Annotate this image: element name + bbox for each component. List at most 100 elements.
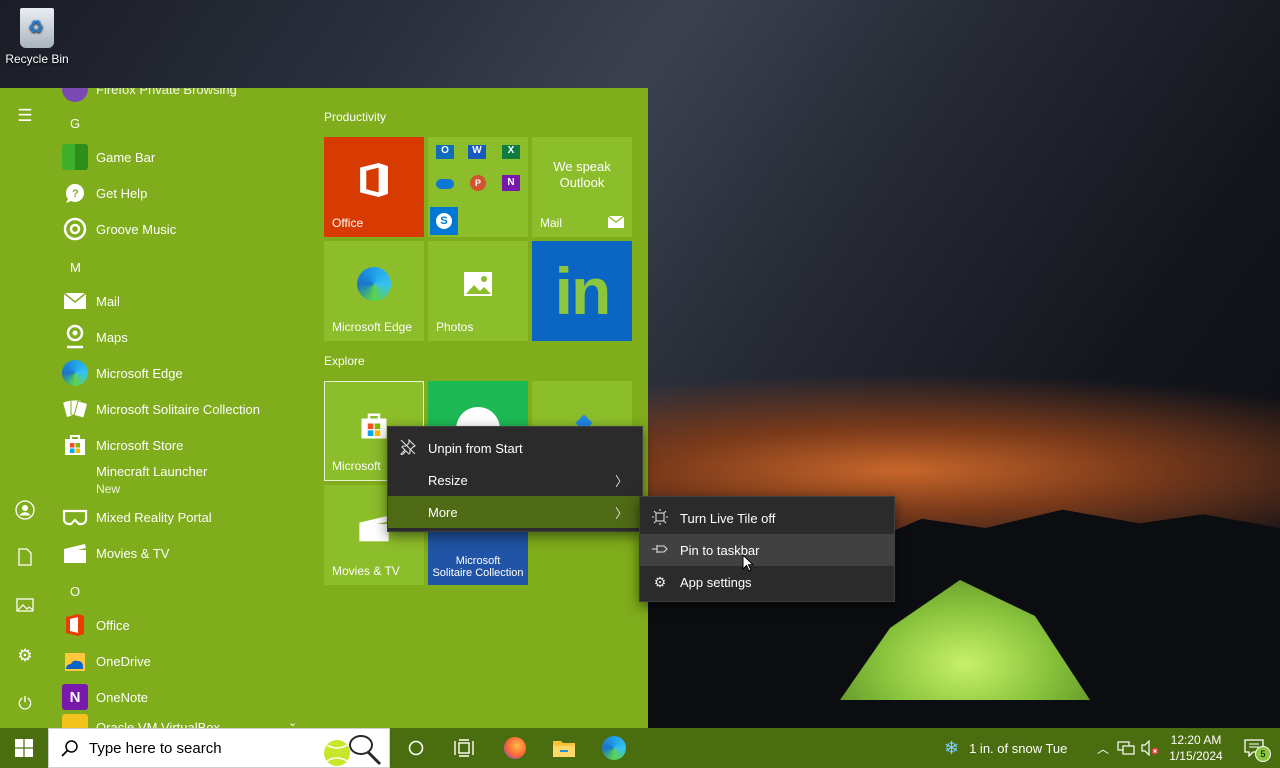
user-account-icon[interactable]	[13, 500, 37, 524]
get-help-icon: ?	[62, 180, 88, 206]
group-productivity[interactable]: Productivity	[324, 110, 386, 124]
show-hidden-icons-chevron-icon[interactable]: ︿	[1094, 728, 1112, 768]
pictures-icon[interactable]	[13, 596, 37, 620]
onenote-icon: N	[62, 684, 88, 710]
tile-office[interactable]: Office	[324, 137, 424, 237]
power-icon[interactable]: ⏻	[13, 692, 37, 716]
app-mail[interactable]: Mail	[62, 286, 120, 316]
tile-label: Movies & TV	[332, 564, 400, 578]
task-view-button[interactable]	[444, 728, 484, 768]
weather-text: 1 in. of snow Tue	[969, 740, 1068, 756]
clock[interactable]: 12:20 AM 1/15/2024	[1166, 728, 1226, 768]
new-badge: New	[96, 482, 121, 496]
recycle-bin[interactable]: Recycle Bin	[4, 6, 70, 66]
notification-count-badge: 5	[1255, 746, 1271, 762]
app-label: Get Help	[96, 185, 148, 201]
tile-microsoft-edge[interactable]: Microsoft Edge	[324, 241, 424, 341]
app-movies-tv[interactable]: Movies & TV	[62, 538, 169, 568]
menu-item-pin-to-taskbar[interactable]: Pin to taskbar	[640, 534, 894, 566]
app-label: Office	[96, 617, 130, 633]
live-tile-icon	[640, 508, 680, 528]
tile-mail[interactable]: We speak Outlook Mail	[532, 137, 632, 237]
taskbar-edge[interactable]	[592, 728, 636, 768]
app-microsoft-edge[interactable]: Microsoft Edge	[62, 358, 183, 388]
mail-tile-icon	[608, 216, 624, 228]
snowflake-icon: ❄	[944, 737, 960, 758]
excel-icon: X	[502, 145, 520, 159]
app-firefox-private[interactable]: Firefox Private Browsing	[62, 88, 237, 104]
tile-linkedin[interactable]: in	[532, 241, 632, 341]
powerpoint-icon: P	[470, 175, 486, 191]
app-maps[interactable]: Maps	[62, 322, 128, 352]
linkedin-logo-icon: in	[554, 254, 612, 328]
menu-label: Resize	[428, 472, 468, 488]
group-explore[interactable]: Explore	[324, 354, 365, 368]
app-minecraft-launcher[interactable]: Minecraft Launcher New	[62, 464, 207, 504]
app-office[interactable]: Office	[62, 610, 130, 640]
chevron-right-icon: 〉	[614, 505, 628, 521]
letter-header-m[interactable]: M	[70, 260, 81, 275]
app-list: Firefox Private Browsing G Game Bar ? Ge…	[50, 88, 310, 728]
menu-item-unpin[interactable]: Unpin from Start	[388, 432, 642, 464]
settings-gear-icon[interactable]: ⚙	[13, 644, 37, 668]
firefox-icon	[504, 737, 526, 759]
edge-icon	[62, 360, 88, 386]
start-rail: ☰ ⚙ ⏻	[0, 88, 50, 728]
hamburger-menu-icon[interactable]: ☰	[13, 104, 37, 128]
cortana-button[interactable]	[396, 728, 436, 768]
onedrive-icon	[62, 648, 88, 674]
app-game-bar[interactable]: Game Bar	[62, 142, 155, 172]
recycle-bin-label: Recycle Bin	[5, 52, 69, 66]
app-mixed-reality-portal[interactable]: Mixed Reality Portal	[62, 502, 212, 532]
documents-icon[interactable]	[13, 548, 37, 572]
mail-tile-line2: Outlook	[559, 175, 605, 190]
action-center-button[interactable]: 5	[1236, 728, 1272, 768]
volume-muted-icon[interactable]	[1140, 728, 1160, 768]
app-label: OneNote	[96, 689, 149, 705]
word-icon: W	[468, 145, 486, 159]
weather-widget[interactable]: ❄ 1 in. of snow Tue	[944, 728, 1067, 768]
app-virtualbox[interactable]: Oracle VM VirtualBox ⌄	[62, 712, 297, 728]
app-solitaire[interactable]: Microsoft Solitaire Collection	[62, 394, 260, 424]
firefox-private-icon	[62, 88, 88, 102]
onenote-small-icon: N	[502, 175, 520, 191]
tile-photos[interactable]: Photos	[428, 241, 528, 341]
letter-header-g[interactable]: G	[70, 116, 80, 131]
movies-icon	[62, 540, 88, 566]
app-onenote[interactable]: N OneNote	[62, 682, 148, 712]
app-label: Groove Music	[96, 221, 177, 237]
app-label: Minecraft Launcher	[96, 464, 208, 479]
taskbar-file-explorer[interactable]	[542, 728, 586, 768]
virtualbox-icon	[62, 714, 88, 728]
network-icon[interactable]	[1116, 728, 1136, 768]
skype-icon: S	[430, 207, 458, 235]
tile-office-apps-folder[interactable]: O W X P N S	[428, 137, 528, 237]
taskbar-search-box[interactable]: Type here to search	[48, 728, 390, 768]
app-label: OneDrive	[96, 653, 151, 669]
solitaire-tile-line1: Microsoft	[455, 555, 501, 567]
menu-item-resize[interactable]: Resize 〉	[388, 464, 642, 496]
windows-logo-icon	[15, 739, 33, 757]
menu-item-app-settings[interactable]: ⚙ App settings	[640, 566, 894, 598]
app-microsoft-store[interactable]: Microsoft Store	[62, 430, 183, 460]
game-bar-icon	[62, 144, 88, 170]
expand-chevron-icon[interactable]: ⌄	[288, 716, 297, 728]
menu-label: App settings	[680, 574, 752, 590]
clock-date: 1/15/2024	[1169, 749, 1223, 763]
search-highlight-tennis-icon	[324, 735, 382, 766]
store-icon	[62, 432, 88, 458]
app-label: Maps	[96, 329, 128, 345]
app-onedrive[interactable]: OneDrive	[62, 646, 151, 676]
letter-header-o[interactable]: O	[70, 584, 80, 599]
tile-label: Microsoft	[332, 459, 381, 473]
app-label: Mixed Reality Portal	[96, 509, 212, 525]
app-get-help[interactable]: ? Get Help	[62, 178, 147, 208]
clock-time: 12:20 AM	[1170, 733, 1222, 747]
menu-item-turn-live-tile-off[interactable]: Turn Live Tile off	[640, 502, 894, 534]
menu-item-more[interactable]: More 〉	[388, 496, 642, 528]
mouse-cursor-icon	[742, 554, 754, 572]
taskbar-firefox[interactable]	[494, 728, 536, 768]
app-groove-music[interactable]: Groove Music	[62, 214, 176, 244]
office-icon	[62, 612, 88, 638]
start-button[interactable]	[0, 728, 48, 768]
